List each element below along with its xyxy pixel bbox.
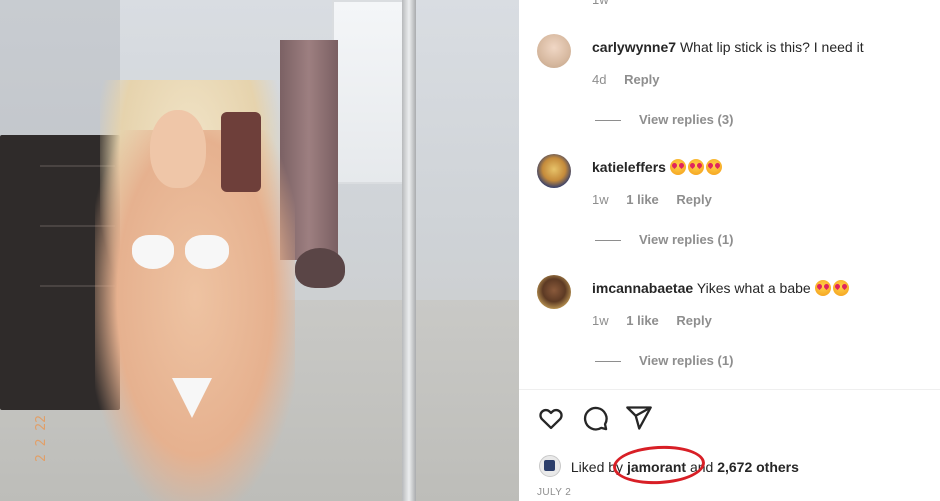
comment-meta: 1w 1 like Reply xyxy=(592,192,726,207)
avatar[interactable] xyxy=(537,154,571,188)
view-replies-label: View replies (3) xyxy=(639,112,734,127)
avatar[interactable] xyxy=(537,275,571,309)
comment-username[interactable]: katieleffers xyxy=(592,159,666,175)
heart-eyes-emoji xyxy=(832,280,849,296)
photo-phone xyxy=(221,112,261,192)
heart-icon[interactable] xyxy=(537,404,565,432)
comments-panel: 1w carlywynne7 What lip stick is this? I… xyxy=(519,0,940,501)
view-replies-button[interactable]: View replies (1) xyxy=(595,232,733,247)
share-icon[interactable] xyxy=(625,404,653,432)
liker-avatar[interactable] xyxy=(539,455,561,477)
liked-by-others[interactable]: 2,672 others xyxy=(717,459,799,475)
heart-eyes-emoji xyxy=(669,159,686,175)
view-replies-label: View replies (1) xyxy=(639,353,734,368)
comment-username[interactable]: carlywynne7 xyxy=(592,39,676,55)
comment-meta: 1w 1 like Reply xyxy=(592,313,726,328)
red-annotation-circle xyxy=(612,443,706,487)
replies-line xyxy=(595,120,621,122)
replies-line xyxy=(595,361,621,363)
post-photo[interactable]: 2 2 22 xyxy=(0,0,519,501)
view-replies-button[interactable]: View replies (3) xyxy=(595,112,733,127)
comment-text: katieleffers xyxy=(592,158,724,176)
view-replies-button[interactable]: View replies (1) xyxy=(595,353,733,368)
comment-time[interactable]: 1w xyxy=(592,313,609,328)
photo-swimwear xyxy=(132,235,174,269)
comment-body xyxy=(669,159,724,175)
reply-button[interactable]: Reply xyxy=(676,192,711,207)
comment-likes[interactable]: 1 like xyxy=(626,313,659,328)
reply-button[interactable]: Reply xyxy=(624,72,659,87)
comment-body: What lip stick is this? I need it xyxy=(679,39,864,55)
post-date[interactable]: JULY 2 xyxy=(537,487,571,498)
comment-body: Yikes what a babe xyxy=(696,280,811,296)
heart-eyes-emoji xyxy=(687,159,704,175)
photo-subject xyxy=(95,130,295,501)
comment-icon[interactable] xyxy=(581,404,609,432)
photo-window xyxy=(332,0,411,184)
comment-time[interactable]: 4d xyxy=(592,72,606,87)
comment-likes[interactable]: 1 like xyxy=(626,192,659,207)
photo-swimwear xyxy=(185,235,229,269)
comment-meta: 4d Reply xyxy=(592,72,674,87)
mirror-edge xyxy=(402,0,416,501)
comment-text: imcannabaetae Yikes what a babe xyxy=(592,279,851,297)
photo-ottoman xyxy=(295,248,345,288)
view-replies-label: View replies (1) xyxy=(639,232,734,247)
replies-line xyxy=(595,240,621,242)
heart-eyes-emoji xyxy=(705,159,722,175)
reply-button[interactable]: Reply xyxy=(676,313,711,328)
photo-subject-face xyxy=(150,110,206,188)
photo-datestamp: 2 2 22 xyxy=(34,415,49,462)
heart-eyes-emoji xyxy=(814,280,831,296)
avatar[interactable] xyxy=(537,34,571,68)
previous-comment-time: 1w xyxy=(592,0,609,7)
section-divider xyxy=(519,389,940,390)
comment-username[interactable]: imcannabaetae xyxy=(592,280,693,296)
comment-text: carlywynne7 What lip stick is this? I ne… xyxy=(592,38,864,56)
comment-time[interactable]: 1w xyxy=(592,192,609,207)
